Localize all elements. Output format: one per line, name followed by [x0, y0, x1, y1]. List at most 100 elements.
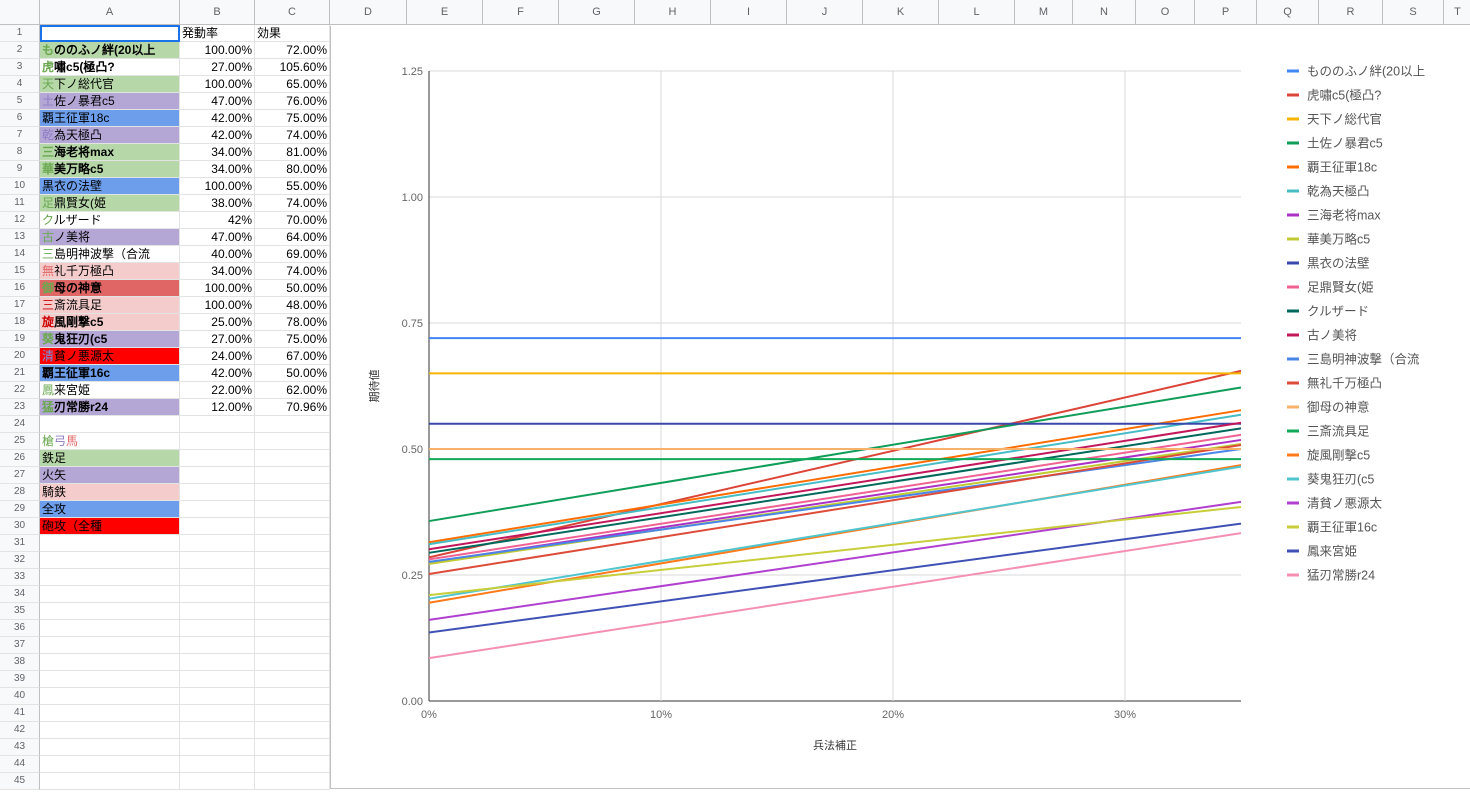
empty-cell[interactable] [180, 535, 255, 552]
empty-cell[interactable] [180, 518, 255, 535]
key-cell[interactable]: 砲攻（全種 [40, 518, 180, 535]
rate-cell[interactable]: 25.00% [180, 314, 255, 331]
skill-name-cell[interactable]: もののふノ絆(20以上 [40, 42, 180, 59]
row-header[interactable]: 36 [0, 620, 40, 637]
empty-cell[interactable] [180, 603, 255, 620]
rate-cell[interactable]: 42.00% [180, 365, 255, 382]
empty-cell[interactable] [40, 603, 180, 620]
row-header[interactable]: 28 [0, 484, 40, 501]
skill-name-cell[interactable]: 足鼎賢女(姫 [40, 195, 180, 212]
column-header[interactable]: J [787, 0, 863, 25]
empty-cell[interactable] [255, 756, 330, 773]
rate-cell[interactable]: 42.00% [180, 110, 255, 127]
column-header[interactable]: K [863, 0, 939, 25]
empty-cell[interactable] [180, 773, 255, 790]
column-header[interactable]: Q [1257, 0, 1319, 25]
skill-name-cell[interactable]: 三島明神波撃（合流 [40, 246, 180, 263]
empty-cell[interactable] [180, 569, 255, 586]
empty-cell[interactable] [255, 450, 330, 467]
column-header[interactable]: T [1444, 0, 1470, 25]
rate-cell[interactable]: 100.00% [180, 42, 255, 59]
row-header[interactable]: 37 [0, 637, 40, 654]
empty-cell[interactable] [40, 739, 180, 756]
cell-header-rate[interactable]: 発動率 [180, 25, 255, 42]
effect-cell[interactable]: 74.00% [255, 195, 330, 212]
effect-cell[interactable]: 70.00% [255, 212, 330, 229]
row-header[interactable]: 39 [0, 671, 40, 688]
row-header[interactable]: 24 [0, 416, 40, 433]
empty-cell[interactable] [180, 705, 255, 722]
empty-cell[interactable] [180, 501, 255, 518]
row-header[interactable]: 44 [0, 756, 40, 773]
rate-cell[interactable]: 27.00% [180, 59, 255, 76]
effect-cell[interactable]: 72.00% [255, 42, 330, 59]
row-header[interactable]: 4 [0, 76, 40, 93]
row-header[interactable]: 16 [0, 280, 40, 297]
skill-name-cell[interactable]: 華美万略c5 [40, 161, 180, 178]
rate-cell[interactable]: 100.00% [180, 178, 255, 195]
rate-cell[interactable]: 34.00% [180, 263, 255, 280]
row-header[interactable]: 40 [0, 688, 40, 705]
row-header[interactable]: 2 [0, 42, 40, 59]
cell-header-effect[interactable]: 効果 [255, 25, 330, 42]
skill-name-cell[interactable]: 猛刃常勝r24 [40, 399, 180, 416]
skill-name-cell[interactable]: 御母の神意 [40, 280, 180, 297]
effect-cell[interactable]: 55.00% [255, 178, 330, 195]
row-header[interactable]: 19 [0, 331, 40, 348]
empty-cell[interactable] [40, 535, 180, 552]
effect-cell[interactable]: 50.00% [255, 365, 330, 382]
column-header[interactable]: B [180, 0, 255, 25]
key-cell[interactable]: 騎鉄 [40, 484, 180, 501]
rate-cell[interactable]: 42.00% [180, 127, 255, 144]
row-header[interactable]: 32 [0, 552, 40, 569]
skill-name-cell[interactable]: 葵鬼狂刃(c5 [40, 331, 180, 348]
rate-cell[interactable]: 38.00% [180, 195, 255, 212]
row-header[interactable]: 14 [0, 246, 40, 263]
column-header[interactable]: O [1136, 0, 1195, 25]
empty-cell[interactable] [180, 756, 255, 773]
empty-cell[interactable] [180, 671, 255, 688]
empty-cell[interactable] [255, 654, 330, 671]
empty-cell[interactable] [255, 416, 330, 433]
row-header[interactable]: 34 [0, 586, 40, 603]
effect-cell[interactable]: 75.00% [255, 331, 330, 348]
effect-cell[interactable]: 67.00% [255, 348, 330, 365]
empty-cell[interactable] [40, 637, 180, 654]
row-header[interactable]: 26 [0, 450, 40, 467]
row-header[interactable]: 22 [0, 382, 40, 399]
effect-cell[interactable]: 50.00% [255, 280, 330, 297]
empty-cell[interactable] [255, 484, 330, 501]
skill-name-cell[interactable]: 鳳来宮姫 [40, 382, 180, 399]
empty-cell[interactable] [255, 671, 330, 688]
rate-cell[interactable]: 100.00% [180, 297, 255, 314]
effect-cell[interactable]: 80.00% [255, 161, 330, 178]
empty-cell[interactable] [255, 518, 330, 535]
skill-name-cell[interactable]: 土佐ノ暴君c5 [40, 93, 180, 110]
empty-cell[interactable] [255, 586, 330, 603]
effect-cell[interactable]: 48.00% [255, 297, 330, 314]
empty-cell[interactable] [255, 603, 330, 620]
empty-cell[interactable] [255, 535, 330, 552]
empty-cell[interactable] [255, 705, 330, 722]
empty-cell[interactable] [180, 654, 255, 671]
column-header[interactable]: A [40, 0, 180, 25]
effect-cell[interactable]: 75.00% [255, 110, 330, 127]
empty-cell[interactable] [40, 773, 180, 790]
empty-cell[interactable] [255, 501, 330, 518]
row-header[interactable]: 6 [0, 110, 40, 127]
column-header[interactable]: L [939, 0, 1015, 25]
row-header[interactable]: 33 [0, 569, 40, 586]
column-header[interactable]: G [559, 0, 635, 25]
empty-cell[interactable] [180, 484, 255, 501]
empty-cell[interactable] [180, 739, 255, 756]
rate-cell[interactable]: 42% [180, 212, 255, 229]
skill-name-cell[interactable]: クルザード [40, 212, 180, 229]
row-header[interactable]: 27 [0, 467, 40, 484]
rate-cell[interactable]: 24.00% [180, 348, 255, 365]
skill-name-cell[interactable]: 三海老将max [40, 144, 180, 161]
column-header[interactable]: M [1015, 0, 1073, 25]
empty-cell[interactable] [255, 722, 330, 739]
skill-name-cell[interactable]: 虎嘯c5(極凸? [40, 59, 180, 76]
key-header-cell[interactable]: 槍弓馬 [40, 433, 180, 450]
empty-cell[interactable] [255, 467, 330, 484]
